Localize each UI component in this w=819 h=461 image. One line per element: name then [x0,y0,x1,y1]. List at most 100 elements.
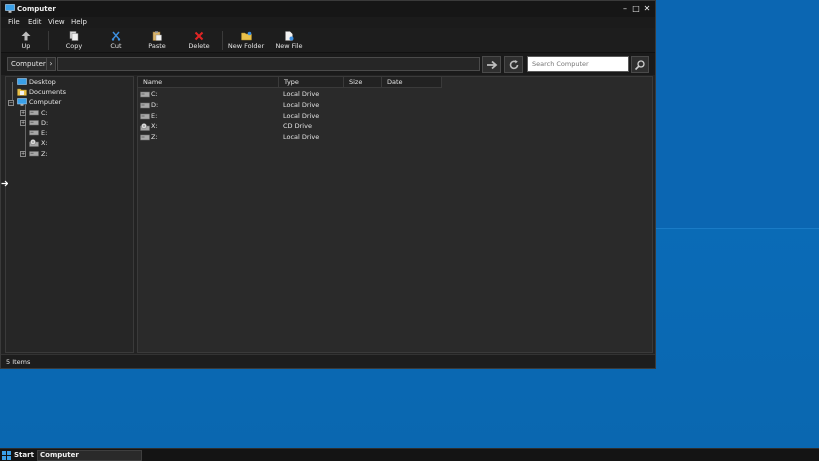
row-type: Local Drive [283,112,320,120]
copy-button[interactable]: Copy [61,28,87,53]
column-header-type[interactable]: Type [279,77,344,88]
expand-z-icon[interactable]: + [20,151,26,157]
hard-drive-icon [29,120,39,126]
menu-view[interactable]: View [48,18,65,26]
cd-drive-icon [29,139,39,147]
toolbar-divider [222,31,223,50]
table-row[interactable]: E: Local Drive [138,111,652,121]
hard-drive-icon [140,102,150,109]
search-icon [634,60,645,71]
row-type: Local Drive [283,90,320,98]
hard-drive-icon [29,151,39,157]
desktop-background-band [656,0,819,229]
scissors-icon [111,31,121,41]
taskbar-item-computer[interactable]: Computer [37,450,142,461]
cut-button[interactable]: Cut [103,28,129,53]
row-name: X: [151,122,158,130]
tree-label-drive-z: Z: [41,150,48,158]
column-header-size[interactable]: Size [344,77,382,88]
delete-label: Delete [188,42,210,50]
tree-label-drive-x: X: [41,139,48,147]
row-type: Local Drive [283,101,320,109]
arrow-right-icon [486,60,497,70]
refresh-button[interactable] [504,56,523,73]
copy-icon [69,31,79,41]
maximize-button[interactable]: □ [631,3,641,14]
row-type: CD Drive [283,122,312,130]
refresh-icon [509,60,518,70]
paste-button[interactable]: Paste [144,28,170,53]
hard-drive-icon [29,130,39,136]
menu-help[interactable]: Help [71,18,87,26]
paste-label: Paste [148,42,166,50]
table-row[interactable]: C: Local Drive [138,89,652,99]
search-button[interactable] [631,56,649,73]
start-logo-icon [2,451,11,460]
computer-icon [5,4,15,13]
delete-button[interactable]: Delete [186,28,212,53]
mouse-cursor-icon [1,180,8,187]
table-row[interactable]: D: Local Drive [138,100,652,110]
clipboard-icon [152,31,162,41]
row-name: D: [151,101,159,109]
taskbar: Start Computer [0,448,819,461]
title-bar[interactable]: Computer – □ ✕ [1,1,655,17]
expand-c-icon[interactable]: + [20,110,26,116]
new-file-button[interactable]: New File [273,28,305,53]
tree-label-computer: Computer [29,98,62,106]
collapse-computer-icon[interactable]: − [8,100,14,106]
hard-drive-icon [140,91,150,98]
tree-label-desktop: Desktop [29,78,56,86]
row-type: Local Drive [283,133,320,141]
desktop-icon [17,78,27,85]
hard-drive-icon [29,110,39,116]
cut-label: Cut [110,42,122,50]
table-row[interactable]: Z: Local Drive [138,132,652,142]
up-button[interactable]: Up [13,28,39,53]
breadcrumb-computer[interactable]: Computer [7,57,50,71]
item-count: 5 Items [6,358,31,366]
start-label: Start [14,451,34,459]
column-header-date[interactable]: Date [382,77,442,88]
tree-label-drive-e: E: [41,129,48,137]
tree-label-drive-d: D: [41,119,49,127]
menu-bar: File Edit View Help [1,17,655,28]
column-header-name[interactable]: Name [138,77,279,88]
cd-drive-icon [140,123,150,131]
up-arrow-icon [21,31,31,41]
new-folder-button[interactable]: New Folder [227,28,265,53]
minimize-button[interactable]: – [620,3,630,14]
row-name: C: [151,90,158,98]
documents-folder-icon [17,88,27,96]
address-bar-row: Computer › [1,53,655,75]
address-input[interactable] [57,57,480,71]
new-folder-icon [240,31,252,41]
toolbar-divider [48,31,49,50]
menu-edit[interactable]: Edit [28,18,42,26]
window-title: Computer [17,5,56,13]
new-folder-label: New Folder [227,42,265,50]
file-explorer-window: Computer – □ ✕ File Edit View Help Up Co… [0,0,656,369]
close-button[interactable]: ✕ [642,3,652,14]
hard-drive-icon [140,113,150,120]
toolbar: Up Copy Cut Paste Delete New Folder New … [1,28,655,53]
go-button[interactable] [482,56,501,73]
status-bar: 5 Items [1,354,655,368]
folder-tree: Desktop Documents − Computer + C: + D: E… [5,76,134,353]
menu-file[interactable]: File [8,18,20,26]
row-name: E: [151,112,158,120]
table-row[interactable]: X: CD Drive [138,121,652,131]
copy-label: Copy [65,42,83,50]
expand-d-icon[interactable]: + [20,120,26,126]
up-label: Up [21,42,31,50]
new-file-label: New File [275,42,303,50]
search-input[interactable] [527,56,629,72]
breadcrumb-chevron-icon[interactable]: › [46,57,56,71]
tree-label-documents: Documents [29,88,67,96]
delete-x-icon [194,31,204,41]
new-file-icon [285,31,294,41]
row-name: Z: [151,133,158,141]
hard-drive-icon [140,134,150,141]
tree-label-drive-c: C: [41,109,48,117]
file-list: Name Type Size Date C: Local Drive D: Lo… [137,76,653,353]
